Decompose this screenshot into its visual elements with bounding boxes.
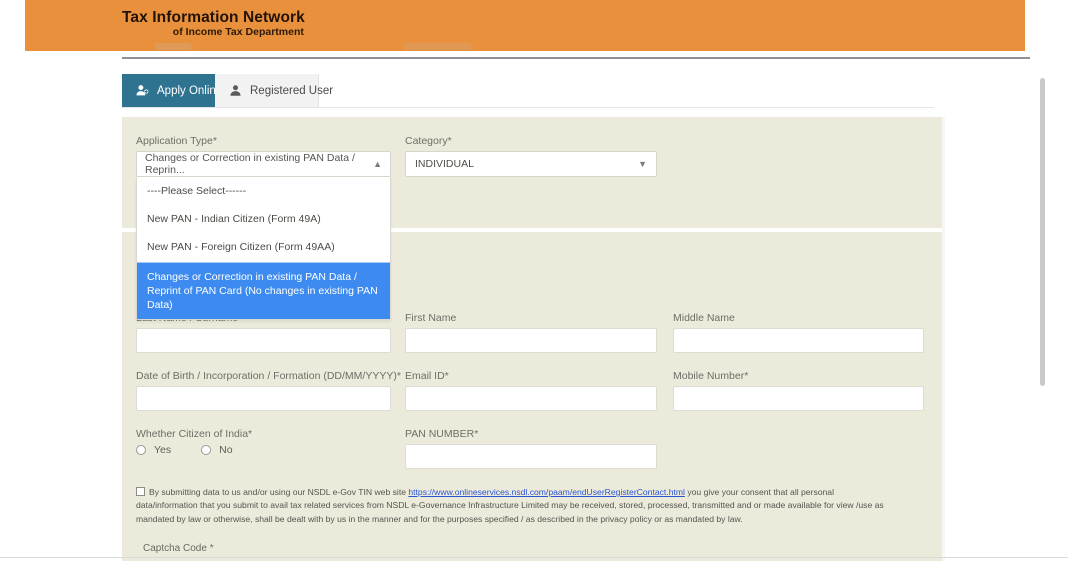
chevron-up-icon: ▲ xyxy=(373,159,382,169)
brand-logo: Tax Information Network of Income Tax De… xyxy=(122,9,305,39)
tab-registered-user[interactable]: Registered User xyxy=(215,74,333,107)
user-icon xyxy=(229,84,242,97)
captcha-code-label: Captcha Code * xyxy=(143,543,214,554)
tab-apply-online[interactable]: Apply Online xyxy=(122,74,222,107)
vertical-scrollbar-thumb[interactable] xyxy=(1040,78,1045,386)
citizen-radio-no-label: No xyxy=(219,444,233,456)
header-faint-overlay xyxy=(155,43,715,50)
tab-bar: Apply Online Registered User xyxy=(122,74,934,107)
header-divider xyxy=(122,57,1030,59)
category-selected-value: INDIVIDUAL xyxy=(415,158,474,170)
page-root: Tax Information Network of Income Tax De… xyxy=(0,0,1068,561)
consent-block: By submitting data to us and/or using ou… xyxy=(136,486,896,526)
category-select[interactable]: INDIVIDUAL ▼ xyxy=(405,151,657,177)
first-name-label: First Name xyxy=(405,312,457,324)
application-type-label: Application Type* xyxy=(136,135,217,147)
citizen-radio-yes-label: Yes xyxy=(154,444,172,456)
dropdown-option-3[interactable]: Changes or Correction in existing PAN Da… xyxy=(137,261,390,320)
dropdown-option-2[interactable]: New PAN - Foreign Citizen (Form 49AA) xyxy=(137,233,390,261)
tab-apply-online-label: Apply Online xyxy=(157,84,223,97)
mobile-number-input[interactable] xyxy=(673,386,924,411)
pan-number-label: PAN NUMBER* xyxy=(405,428,479,440)
citizen-of-india-label: Whether Citizen of India* xyxy=(136,428,253,440)
application-type-select[interactable]: Changes or Correction in existing PAN Da… xyxy=(136,151,391,177)
middle-name-label: Middle Name xyxy=(673,312,735,324)
site-header: Tax Information Network of Income Tax De… xyxy=(25,0,1025,51)
page-bottom-rule xyxy=(0,557,1068,558)
brand-title: Tax Information Network xyxy=(122,9,305,26)
application-type-dropdown[interactable]: ----Please Select------ New PAN - Indian… xyxy=(136,177,391,321)
nsdl-consent-link[interactable]: https://www.onlineservices.nsdl.com/paam… xyxy=(408,487,685,497)
date-of-birth-label: Date of Birth / Incorporation / Formatio… xyxy=(136,370,401,382)
dropdown-option-0[interactable]: ----Please Select------ xyxy=(137,177,390,205)
consent-text-before: By submitting data to us and/or using ou… xyxy=(149,487,409,497)
tab-baseline xyxy=(122,107,934,108)
mobile-number-label: Mobile Number* xyxy=(673,370,749,382)
chevron-down-icon: ▼ xyxy=(638,159,647,169)
consent-checkbox[interactable] xyxy=(136,487,145,496)
dropdown-option-1[interactable]: New PAN - Indian Citizen (Form 49A) xyxy=(137,205,390,233)
pan-number-input[interactable] xyxy=(405,444,657,469)
date-of-birth-input[interactable] xyxy=(136,386,391,411)
middle-name-input[interactable] xyxy=(673,328,924,353)
tab-registered-user-label: Registered User xyxy=(250,84,334,97)
email-label: Email ID* xyxy=(405,370,449,382)
user-add-icon xyxy=(136,84,149,97)
email-input[interactable] xyxy=(405,386,657,411)
citizen-radio-yes[interactable] xyxy=(136,445,146,455)
last-name-input[interactable] xyxy=(136,328,391,353)
panel-right-edge xyxy=(942,117,945,561)
first-name-input[interactable] xyxy=(405,328,657,353)
citizen-radio-no[interactable] xyxy=(201,445,212,455)
application-type-selected-value: Changes or Correction in existing PAN Da… xyxy=(145,152,355,176)
citizen-radio-group: Yes No xyxy=(136,444,255,456)
category-label: Category* xyxy=(405,135,452,147)
brand-subtitle: of Income Tax Department xyxy=(172,26,304,39)
